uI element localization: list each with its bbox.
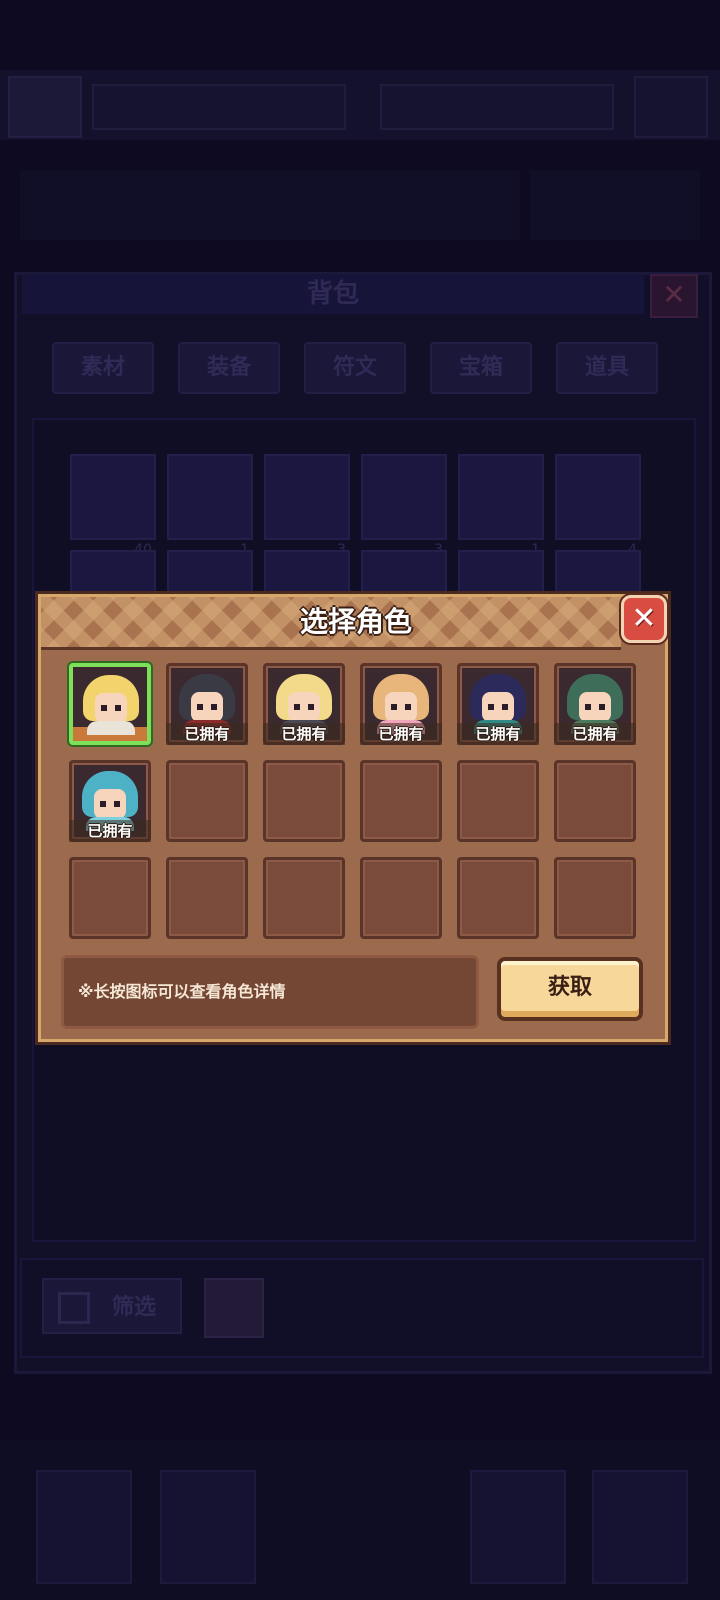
- owned-label: 已拥有: [69, 820, 151, 842]
- tab-materials: 素材: [52, 342, 154, 394]
- inventory-item: 3: [361, 454, 447, 558]
- info-row: [530, 170, 700, 240]
- empty-slot: [360, 760, 442, 842]
- empty-slot: [360, 857, 442, 939]
- tab-equipment: 装备: [178, 342, 280, 394]
- tab-chests: 宝箱: [430, 342, 532, 394]
- empty-slot: [457, 760, 539, 842]
- character-slot[interactable]: 已拥有: [457, 663, 539, 745]
- nav-button: [160, 1470, 256, 1584]
- get-button[interactable]: 获取: [497, 957, 643, 1021]
- empty-slot: [263, 857, 345, 939]
- inventory-item: 4: [555, 454, 641, 558]
- close-button[interactable]: ✕: [621, 595, 667, 643]
- resource-bar: [92, 84, 346, 130]
- inventory-item: 1: [458, 454, 544, 558]
- owned-label: 已拥有: [360, 723, 442, 745]
- owned-label: 已拥有: [457, 723, 539, 745]
- character-slot[interactable]: 已拥有: [166, 663, 248, 745]
- owned-label: 已拥有: [554, 723, 636, 745]
- player-avatar: [8, 76, 82, 138]
- character-slot[interactable]: 已拥有: [360, 663, 442, 745]
- character-slot[interactable]: 已拥有: [69, 760, 151, 842]
- character-portrait: [77, 671, 145, 735]
- owned-label: 已拥有: [263, 723, 345, 745]
- empty-slot: [263, 760, 345, 842]
- empty-slot: [457, 857, 539, 939]
- nav-button: [592, 1470, 688, 1584]
- inventory-item: 1: [167, 454, 253, 558]
- grid-icon: [58, 1292, 90, 1324]
- empty-slot: [554, 857, 636, 939]
- close-icon: ✕: [631, 601, 657, 636]
- select-character-dialog: 选择角色 ✕ 已拥有 已拥有 已拥有 已拥有 已拥有 已拥有 ※长按图标可以查看角色详情 …: [38, 594, 668, 1042]
- nav-button: [470, 1470, 566, 1584]
- menu-button: [634, 76, 708, 138]
- empty-slot: [69, 857, 151, 939]
- nav-button: [36, 1470, 132, 1584]
- inventory-item: 40: [70, 454, 156, 558]
- hint-text: ※长按图标可以查看角色详情: [78, 982, 286, 1001]
- owned-label: 已拥有: [166, 723, 248, 745]
- resource-bar: [380, 84, 614, 130]
- dialog-title: 选择角色: [299, 605, 412, 638]
- inventory-title: 背包: [22, 274, 644, 314]
- character-slot[interactable]: [69, 663, 151, 745]
- sort-button: [204, 1278, 264, 1338]
- inventory-item: 3: [264, 454, 350, 558]
- character-slot[interactable]: 已拥有: [554, 663, 636, 745]
- empty-slot: [166, 760, 248, 842]
- inventory-close-icon: ✕: [650, 274, 698, 318]
- empty-slot: [166, 857, 248, 939]
- tab-items: 道具: [556, 342, 658, 394]
- empty-slot: [554, 760, 636, 842]
- hint-box: ※长按图标可以查看角色详情: [61, 955, 479, 1029]
- tab-runes: 符文: [304, 342, 406, 394]
- info-row: [20, 170, 520, 240]
- character-slot[interactable]: 已拥有: [263, 663, 345, 745]
